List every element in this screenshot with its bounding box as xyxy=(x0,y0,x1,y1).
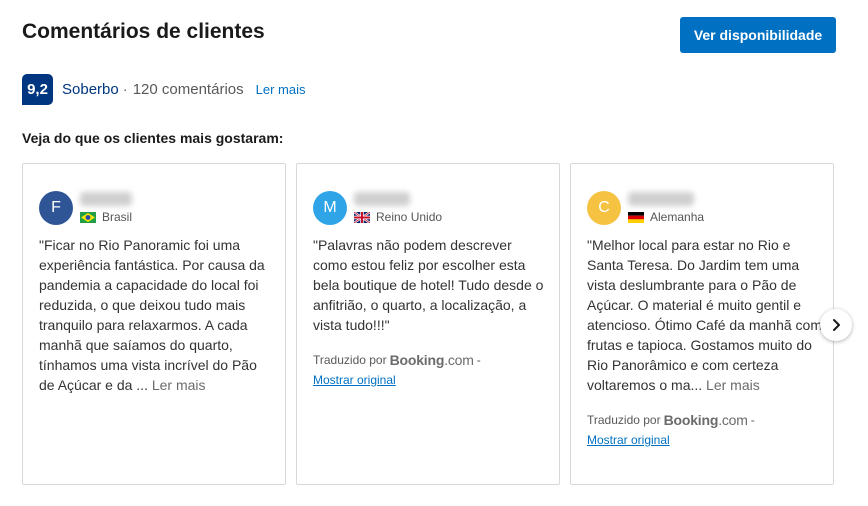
review-count: 120 comentários xyxy=(132,80,244,98)
translated-by: Traduzido por Booking.com - xyxy=(313,352,481,368)
uk-flag-icon xyxy=(354,211,370,223)
section-subheading: Veja do que os clientes mais gostaram: xyxy=(22,130,284,146)
reviewer-name-blurred xyxy=(354,192,410,206)
score-word: Soberbo xyxy=(62,80,119,98)
review-card: C Alemanha "Melhor local para estar no R… xyxy=(570,163,834,485)
avatar: C xyxy=(587,191,621,225)
show-original-link[interactable]: Mostrar original xyxy=(587,433,670,447)
avatar: M xyxy=(313,191,347,225)
reviewer-name-blurred xyxy=(80,192,132,206)
review-body: "Melhor local para estar no Rio e Santa … xyxy=(587,237,823,393)
show-original-link[interactable]: Mostrar original xyxy=(313,373,396,387)
translated-prefix: Traduzido por xyxy=(313,353,387,367)
review-text: "Palavras não podem descrever como estou… xyxy=(313,235,549,335)
country-label: Alemanha xyxy=(650,210,705,224)
germany-flag-icon xyxy=(628,211,644,223)
brand-name: Booking xyxy=(663,412,719,428)
brand-name: Booking xyxy=(389,352,445,368)
reviewer-country: Brasil xyxy=(80,210,132,224)
read-more-link[interactable]: Ler mais xyxy=(152,377,206,393)
review-card: M Reino Unido "Palavras não podem descre… xyxy=(296,163,560,485)
brazil-flag-icon xyxy=(80,211,96,223)
avatar: F xyxy=(39,191,73,225)
translated-prefix: Traduzido por xyxy=(587,413,661,427)
reviewer-name-blurred xyxy=(628,192,694,206)
page-title: Comentários de clientes xyxy=(22,20,265,43)
read-more-link[interactable]: Ler mais xyxy=(706,377,760,393)
booking-logo: Booking.com xyxy=(390,352,474,368)
score-badge: 9,2 xyxy=(22,73,53,105)
review-body: "Ficar no Rio Panoramic foi uma experiên… xyxy=(39,237,265,393)
read-more-link[interactable]: Ler mais xyxy=(256,82,306,97)
dash: - xyxy=(476,353,481,367)
score-summary: 9,2 Soberbo · 120 comentários Ler mais xyxy=(22,73,306,105)
brand-suffix: .com xyxy=(444,352,474,368)
dash: - xyxy=(750,413,755,427)
review-text: "Ficar no Rio Panoramic foi uma experiên… xyxy=(39,235,275,395)
see-availability-button[interactable]: Ver disponibilidade xyxy=(680,17,836,53)
review-body: "Palavras não podem descrever como estou… xyxy=(313,237,544,333)
chevron-right-icon xyxy=(833,319,840,331)
brand-suffix: .com xyxy=(718,412,748,428)
booking-logo: Booking.com xyxy=(664,412,748,428)
review-card: F Brasil "Ficar no Rio Panoramic foi uma… xyxy=(22,163,286,485)
country-label: Brasil xyxy=(102,210,133,224)
reviewer-country: Reino Unido xyxy=(354,210,442,224)
carousel-next-button[interactable] xyxy=(820,309,852,341)
country-label: Reino Unido xyxy=(376,210,443,224)
reviewer-country: Alemanha xyxy=(628,210,704,224)
translated-by: Traduzido por Booking.com - xyxy=(587,412,755,428)
separator-dot: · xyxy=(122,80,128,98)
review-text: "Melhor local para estar no Rio e Santa … xyxy=(587,235,823,395)
